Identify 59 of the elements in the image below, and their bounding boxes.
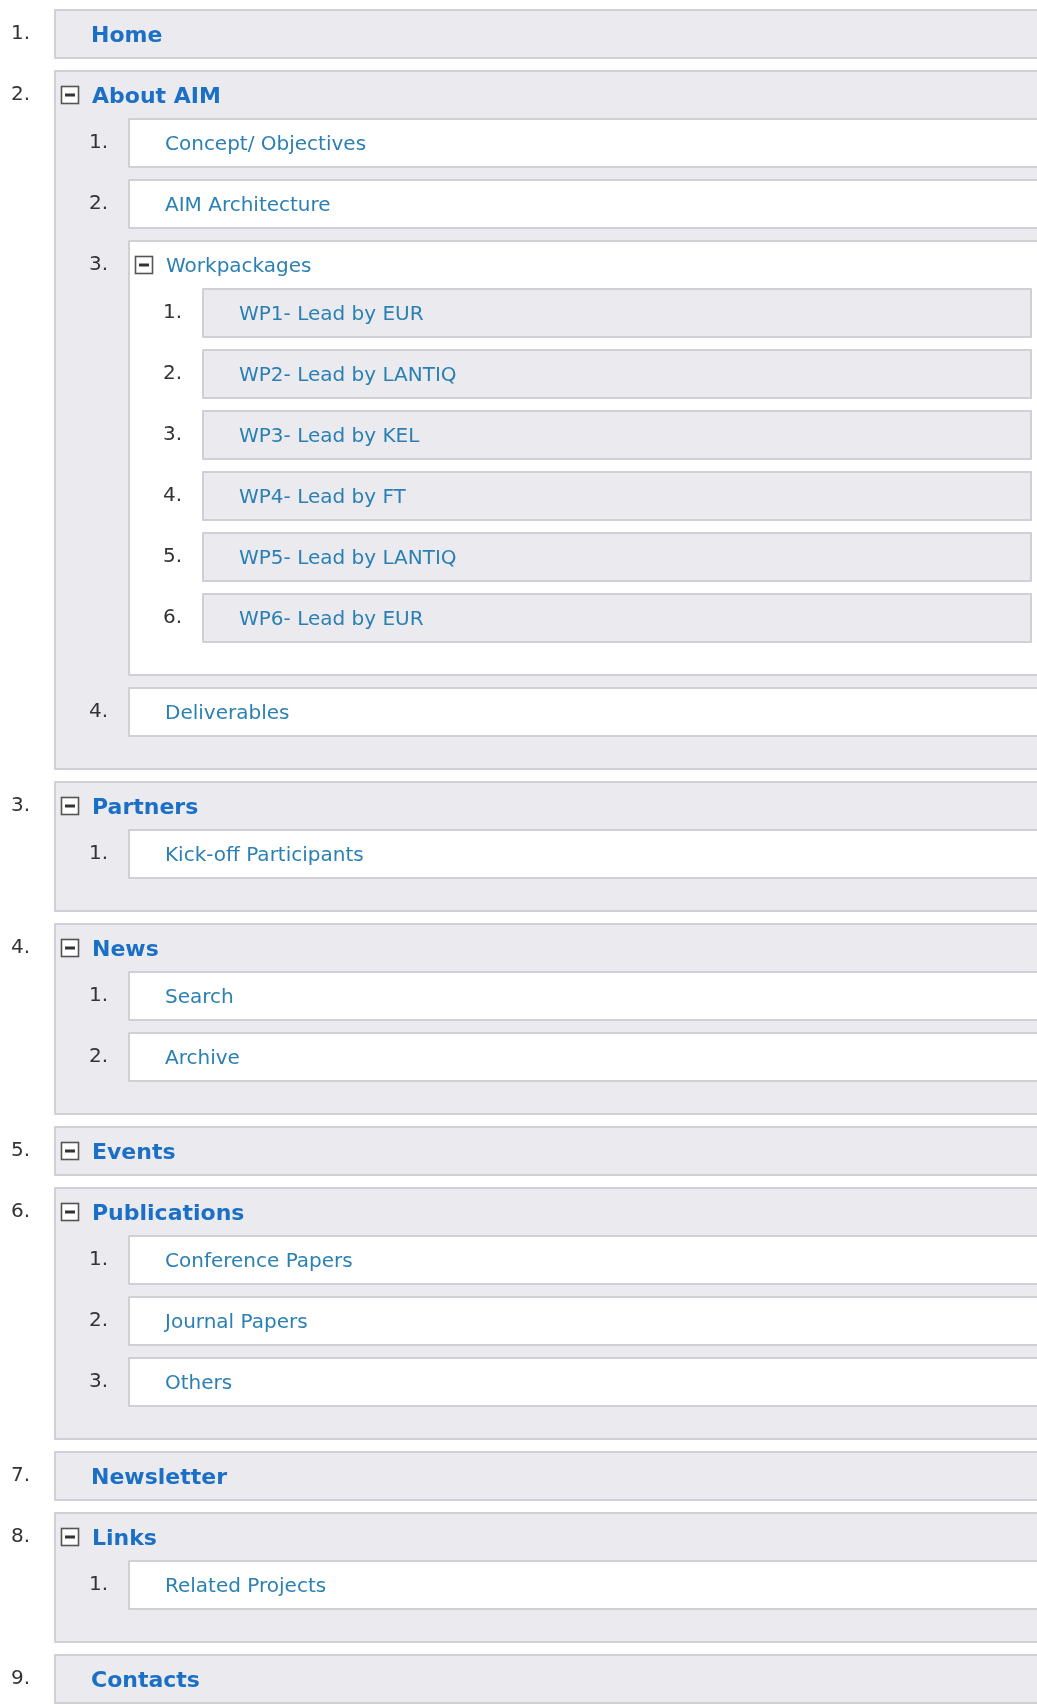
item-number: 9. xyxy=(10,1664,32,1691)
item-number: 2. xyxy=(162,359,184,386)
item-number: 1. xyxy=(88,981,110,1008)
menu-link[interactable]: Events xyxy=(92,1134,176,1168)
menu-link[interactable]: Archive xyxy=(165,1042,240,1072)
menu-link[interactable]: Contacts xyxy=(91,1662,200,1696)
item-number: 4. xyxy=(10,933,32,960)
collapse-icon[interactable] xyxy=(60,85,80,105)
item-number: 4. xyxy=(88,697,110,724)
collapse-icon[interactable] xyxy=(134,255,154,275)
menu-link[interactable]: Search xyxy=(165,981,234,1011)
menu-link[interactable]: WP2- Lead by LANTIQ xyxy=(239,359,457,389)
menu-link[interactable]: News xyxy=(92,931,159,965)
menu-link[interactable]: About AIM xyxy=(92,78,221,112)
item-number: 1. xyxy=(88,1570,110,1597)
menu-link[interactable]: Journal Papers xyxy=(165,1306,308,1336)
item-number: 3. xyxy=(10,791,32,818)
item-number: 3. xyxy=(88,1367,110,1394)
item-number: 2. xyxy=(10,80,32,107)
item-number: 1. xyxy=(10,19,32,46)
item-number: 1. xyxy=(88,839,110,866)
menu-link[interactable]: WP4- Lead by FT xyxy=(239,481,406,511)
item-number: 5. xyxy=(162,542,184,569)
menu-link[interactable]: Home xyxy=(91,17,163,51)
item-number: 3. xyxy=(162,420,184,447)
menu-link[interactable]: Conference Papers xyxy=(165,1245,353,1275)
menu-link[interactable]: Links xyxy=(92,1520,157,1554)
menu-link[interactable]: Newsletter xyxy=(91,1459,228,1493)
collapse-icon[interactable] xyxy=(60,796,80,816)
item-number: 1. xyxy=(88,1245,110,1272)
item-number: 7. xyxy=(10,1461,32,1488)
menu-link[interactable]: Others xyxy=(165,1367,233,1397)
item-number: 3. xyxy=(88,250,110,277)
item-number: 6. xyxy=(162,603,184,630)
item-number: 1. xyxy=(162,298,184,325)
item-number: 5. xyxy=(10,1136,32,1163)
item-number: 8. xyxy=(10,1522,32,1549)
menu-link[interactable]: Kick-off Participants xyxy=(165,839,364,869)
menu-link[interactable]: Related Projects xyxy=(165,1570,327,1600)
collapse-icon[interactable] xyxy=(60,1527,80,1547)
menu-link[interactable]: Deliverables xyxy=(165,697,290,727)
item-number: 2. xyxy=(88,1042,110,1069)
collapse-icon[interactable] xyxy=(60,1202,80,1222)
menu-link[interactable]: WP6- Lead by EUR xyxy=(239,603,424,633)
item-number: 2. xyxy=(88,1306,110,1333)
menu-link[interactable]: AIM Architecture xyxy=(165,189,331,219)
item-number: 4. xyxy=(162,481,184,508)
menu-link[interactable]: Publications xyxy=(92,1195,245,1229)
collapse-icon[interactable] xyxy=(60,938,80,958)
item-number: 2. xyxy=(88,189,110,216)
item-number: 6. xyxy=(10,1197,32,1224)
item-number: 1. xyxy=(88,128,110,155)
menu-link[interactable]: WP3- Lead by KEL xyxy=(239,420,420,450)
menu-link[interactable]: Workpackages xyxy=(166,250,312,280)
menu-link[interactable]: WP1- Lead by EUR xyxy=(239,298,424,328)
menu-link[interactable]: Concept/ Objectives xyxy=(165,128,367,158)
collapse-icon[interactable] xyxy=(60,1141,80,1161)
menu-link[interactable]: Partners xyxy=(92,789,199,823)
menu-link[interactable]: WP5- Lead by LANTIQ xyxy=(239,542,457,572)
